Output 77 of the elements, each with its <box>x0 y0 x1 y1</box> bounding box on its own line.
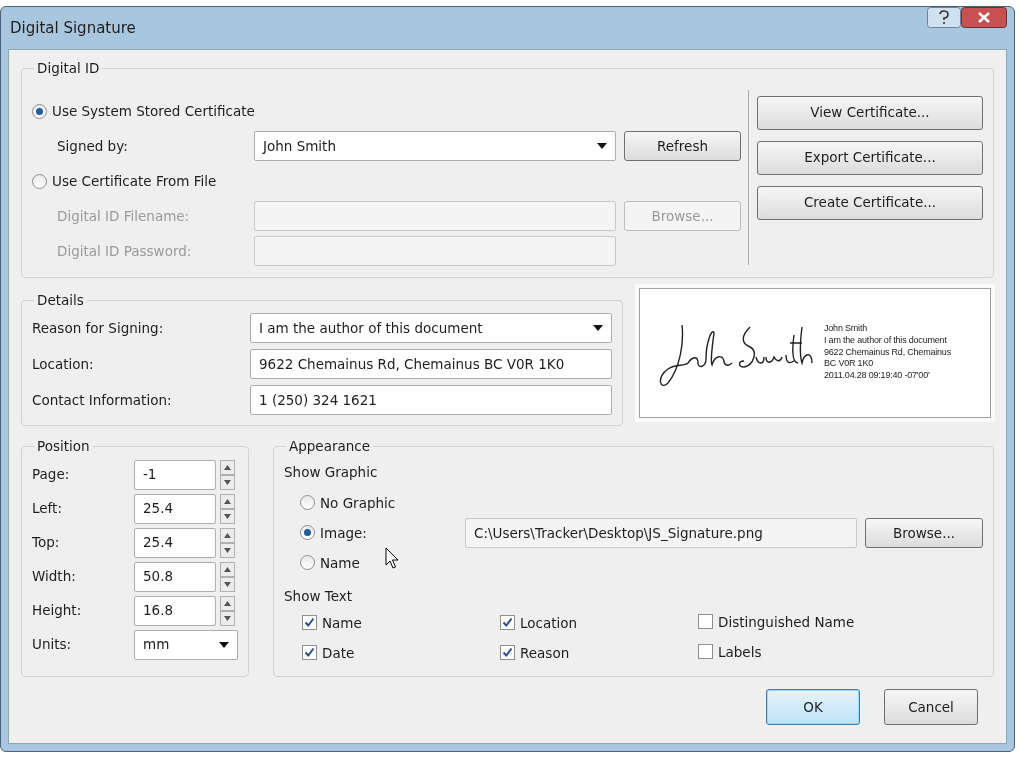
certificate-button[interactable]: Export Certificate... <box>757 140 983 175</box>
checkbox[interactable] <box>698 614 713 630</box>
preview-text: I am the author of this document <box>824 334 948 347</box>
option-label[interactable]: Location <box>520 612 578 633</box>
group-title: Details <box>36 293 85 307</box>
field-label: Page: <box>32 465 71 485</box>
radio-button[interactable] <box>300 495 315 511</box>
option-label[interactable]: Name <box>320 552 360 573</box>
field-label: Location: <box>32 354 95 374</box>
close-icon[interactable] <box>961 7 1007 28</box>
dialog-button[interactable]: OK <box>766 689 860 725</box>
browse-button[interactable]: Browse... <box>865 517 983 548</box>
option-label[interactable]: Use Certificate From File <box>52 170 217 192</box>
preview-text: 2011.04.28 09:19:40 -07'00' <box>824 370 931 382</box>
caret-icon <box>219 641 229 648</box>
option-label[interactable]: Labels <box>718 641 762 662</box>
field-label: Contact Information: <box>32 390 173 410</box>
cursor-icon <box>385 547 399 569</box>
checkbox[interactable] <box>698 644 713 660</box>
spinner-control[interactable] <box>220 493 235 524</box>
certificate-button[interactable]: Create Certificate... <box>757 185 983 220</box>
units-dropdown[interactable]: mm <box>134 629 238 660</box>
field-label: Signed by: <box>56 136 129 156</box>
checkbox[interactable] <box>500 615 515 631</box>
field-label: Digital ID Filename: <box>56 206 191 226</box>
section-label: Show Text <box>284 586 354 606</box>
image-path-field[interactable]: C:\Users\Tracker\Desktop\JS_Signature.png <box>465 517 857 548</box>
radio-button[interactable] <box>300 555 315 571</box>
radio-button[interactable] <box>32 103 47 119</box>
preview-text: 9622 Chemainus Rd, Chemainus <box>824 346 951 359</box>
reason-dropdown[interactable]: I am the author of this document <box>250 313 612 343</box>
number-field[interactable]: 50.8 <box>134 561 216 592</box>
option-label[interactable]: Reason <box>520 642 570 663</box>
caret-icon <box>593 325 603 331</box>
radio-button[interactable] <box>32 173 47 189</box>
radio-button[interactable] <box>300 525 315 541</box>
group-title: Position <box>36 440 91 454</box>
option-label[interactable]: Date <box>322 642 355 663</box>
certificate-button[interactable]: View Certificate... <box>757 95 983 130</box>
refresh-button[interactable]: Refresh <box>624 131 741 161</box>
spinner-control[interactable] <box>220 459 235 490</box>
preview-text: BC V0R 1K0 <box>824 358 875 371</box>
window-title: Digital Signature <box>9 17 136 39</box>
checkbox[interactable] <box>302 645 317 661</box>
group-title: Digital ID <box>36 62 101 76</box>
help-icon[interactable] <box>927 7 961 28</box>
spinner-control[interactable] <box>220 561 235 592</box>
number-field[interactable]: 25.4 <box>134 527 216 558</box>
text-field[interactable]: 1 (250) 324 1621 <box>250 385 612 415</box>
signer-dropdown[interactable]: John Smith <box>254 131 616 161</box>
option-label[interactable]: Use System Stored Certificate <box>52 100 255 122</box>
caret-icon <box>597 143 607 149</box>
field-label: Digital ID Password: <box>56 241 193 261</box>
preview-text: John Smith <box>824 323 869 335</box>
field-label: Units: <box>32 635 73 655</box>
group-title: Appearance <box>288 440 372 454</box>
dialog-button[interactable]: Cancel <box>884 689 978 725</box>
filename-field[interactable] <box>254 201 616 231</box>
checkbox[interactable] <box>500 645 515 661</box>
field-label: Reason for Signing: <box>32 318 165 338</box>
field-label: Height: <box>32 601 83 621</box>
field-label: Width: <box>32 567 77 587</box>
field-label: Top: <box>32 533 61 553</box>
spinner-control[interactable] <box>220 527 235 558</box>
spinner-control[interactable] <box>220 595 235 626</box>
field-label: Left: <box>32 499 63 519</box>
option-label[interactable]: Name <box>322 612 362 633</box>
number-field[interactable]: 16.8 <box>134 595 216 626</box>
checkbox[interactable] <box>302 615 317 631</box>
number-field[interactable]: -1 <box>134 459 216 490</box>
number-field[interactable]: 25.4 <box>134 493 216 524</box>
option-label[interactable]: Image: <box>320 522 367 543</box>
option-label[interactable]: No Graphic <box>320 492 396 513</box>
section-label: Show Graphic <box>284 462 379 482</box>
password-field[interactable] <box>254 236 616 266</box>
option-label[interactable]: Distinguished Name <box>718 611 855 632</box>
text-field[interactable]: 9622 Chemainus Rd, Chemainus BC V0R 1K0 <box>250 349 612 379</box>
